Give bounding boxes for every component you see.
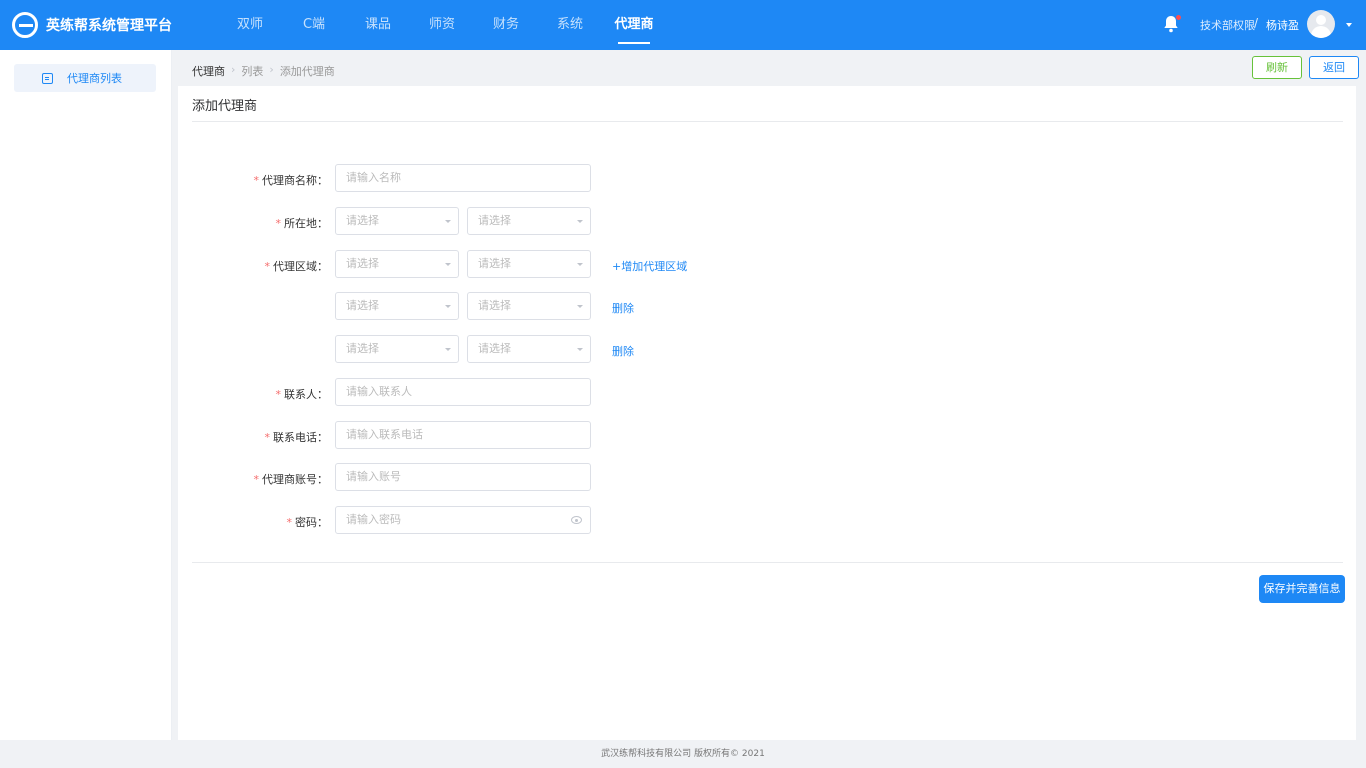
- location-city-select[interactable]: 请选择: [467, 207, 591, 235]
- required-mark: *: [264, 431, 271, 444]
- required-mark: *: [286, 516, 293, 529]
- user-department: 技术部权限: [1200, 19, 1255, 32]
- chevron-down-icon: [445, 305, 451, 308]
- phone-label-text: 联系电话：: [273, 431, 328, 444]
- location-province-select[interactable]: 请选择: [335, 207, 459, 235]
- region-1-province-select[interactable]: 请选择: [335, 250, 459, 278]
- title-divider: [192, 121, 1343, 122]
- contact-label-text: 联系人：: [284, 388, 328, 401]
- delete-region-link[interactable]: 删除: [612, 300, 634, 316]
- name-label: * 代理商名称：: [178, 172, 329, 188]
- select-placeholder: 请选择: [478, 214, 511, 227]
- contact-input[interactable]: 请输入联系人: [335, 378, 591, 406]
- required-mark: *: [264, 260, 271, 273]
- account-input[interactable]: 请输入账号: [335, 463, 591, 491]
- chevron-down-icon: [577, 305, 583, 308]
- nav-item-c-end[interactable]: C端: [282, 0, 346, 50]
- password-label: * 密码：: [178, 514, 329, 530]
- password-label-text: 密码：: [295, 516, 328, 529]
- user-separator: /: [1254, 16, 1259, 30]
- delete-region-link[interactable]: 删除: [612, 343, 634, 359]
- select-placeholder: 请选择: [478, 342, 511, 355]
- avatar-body: [1311, 26, 1331, 38]
- avatar[interactable]: [1307, 10, 1335, 38]
- nav-item-shuangshi[interactable]: 双师: [218, 0, 282, 50]
- sidebar-item-label: 代理商列表: [67, 72, 122, 85]
- select-placeholder: 请选择: [346, 342, 379, 355]
- select-placeholder: 请选择: [478, 299, 511, 312]
- nav-item-system[interactable]: 系统: [538, 0, 602, 50]
- region-2-city-select[interactable]: 请选择: [467, 292, 591, 320]
- password-input[interactable]: 请输入密码: [335, 506, 591, 534]
- breadcrumb-item-agents[interactable]: 代理商: [192, 63, 225, 79]
- location-label: * 所在地：: [178, 215, 329, 231]
- select-placeholder: 请选择: [346, 257, 379, 270]
- chevron-down-icon: [577, 220, 583, 223]
- avatar-icon: [1316, 15, 1326, 25]
- required-mark: *: [275, 217, 282, 230]
- add-region-link[interactable]: +增加代理区域: [612, 258, 687, 274]
- chevron-down-icon: [445, 348, 451, 351]
- nav-item-courses[interactable]: 课品: [346, 0, 410, 50]
- sidebar-item-agent-list[interactable]: 代理商列表: [14, 64, 156, 92]
- select-placeholder: 请选择: [346, 299, 379, 312]
- document-icon: [42, 72, 53, 84]
- region-3-city-select[interactable]: 请选择: [467, 335, 591, 363]
- app-title: 英练帮系统管理平台: [46, 18, 172, 34]
- main-nav: 双师 C端 课品 师资 财务 系统 代理商: [218, 0, 666, 50]
- account-label: * 代理商账号：: [178, 471, 329, 487]
- breadcrumb: 代理商 › 列表 › 添加代理商: [192, 63, 335, 79]
- form-divider: [192, 562, 1343, 563]
- region-3-province-select[interactable]: 请选择: [335, 335, 459, 363]
- phone-label: * 联系电话：: [178, 429, 329, 445]
- chevron-down-icon: [577, 263, 583, 266]
- breadcrumb-bar: 代理商 › 列表 › 添加代理商 刷新 返回: [178, 50, 1366, 86]
- name-label-text: 代理商名称：: [262, 174, 328, 187]
- breadcrumb-separator: ›: [269, 63, 274, 76]
- top-navigation-bar: 英练帮系统管理平台 双师 C端 课品 师资 财务 系统 代理商 技术部权限 / …: [0, 0, 1366, 50]
- nav-item-finance[interactable]: 财务: [474, 0, 538, 50]
- breadcrumb-separator: ›: [231, 63, 236, 76]
- name-input[interactable]: 请输入名称: [335, 164, 591, 192]
- region-label-text: 代理区域：: [273, 260, 328, 273]
- back-button[interactable]: 返回: [1309, 56, 1359, 79]
- eye-icon[interactable]: [571, 516, 582, 524]
- select-placeholder: 请选择: [346, 214, 379, 227]
- chevron-down-icon[interactable]: [1346, 23, 1352, 27]
- required-mark: *: [253, 174, 260, 187]
- page-title: 添加代理商: [192, 99, 258, 114]
- region-label: * 代理区域：: [178, 258, 329, 274]
- region-2-province-select[interactable]: 请选择: [335, 292, 459, 320]
- nav-item-teachers[interactable]: 师资: [410, 0, 474, 50]
- user-name: 杨诗盈: [1266, 19, 1299, 32]
- save-button[interactable]: 保存并完善信息: [1259, 575, 1345, 603]
- chevron-down-icon: [445, 263, 451, 266]
- account-label-text: 代理商账号：: [262, 473, 328, 486]
- main-content: 添加代理商 * 代理商名称： 请输入名称 * 所在地： 请选择 请选择 * 代理区域：…: [178, 86, 1356, 740]
- logo-icon: [12, 12, 38, 38]
- footer: 武汉练帮科技有限公司 版权所有© 2021: [0, 740, 1366, 768]
- logo[interactable]: 英练帮系统管理平台: [12, 12, 172, 38]
- required-mark: *: [275, 388, 282, 401]
- region-1-city-select[interactable]: 请选择: [467, 250, 591, 278]
- password-placeholder: 请输入密码: [346, 513, 401, 526]
- refresh-button[interactable]: 刷新: [1252, 56, 1302, 79]
- notification-dot: [1176, 15, 1181, 20]
- location-label-text: 所在地：: [284, 217, 328, 230]
- chevron-down-icon: [577, 348, 583, 351]
- chevron-down-icon: [445, 220, 451, 223]
- bell-icon[interactable]: [1163, 15, 1181, 35]
- select-placeholder: 请选择: [478, 257, 511, 270]
- nav-item-agents[interactable]: 代理商: [602, 0, 666, 50]
- phone-input[interactable]: 请输入联系电话: [335, 421, 591, 449]
- contact-label: * 联系人：: [178, 386, 329, 402]
- sidebar: 代理商列表: [0, 50, 172, 740]
- required-mark: *: [253, 473, 260, 486]
- breadcrumb-item-list[interactable]: 列表: [241, 63, 263, 79]
- breadcrumb-item-current: 添加代理商: [279, 65, 335, 78]
